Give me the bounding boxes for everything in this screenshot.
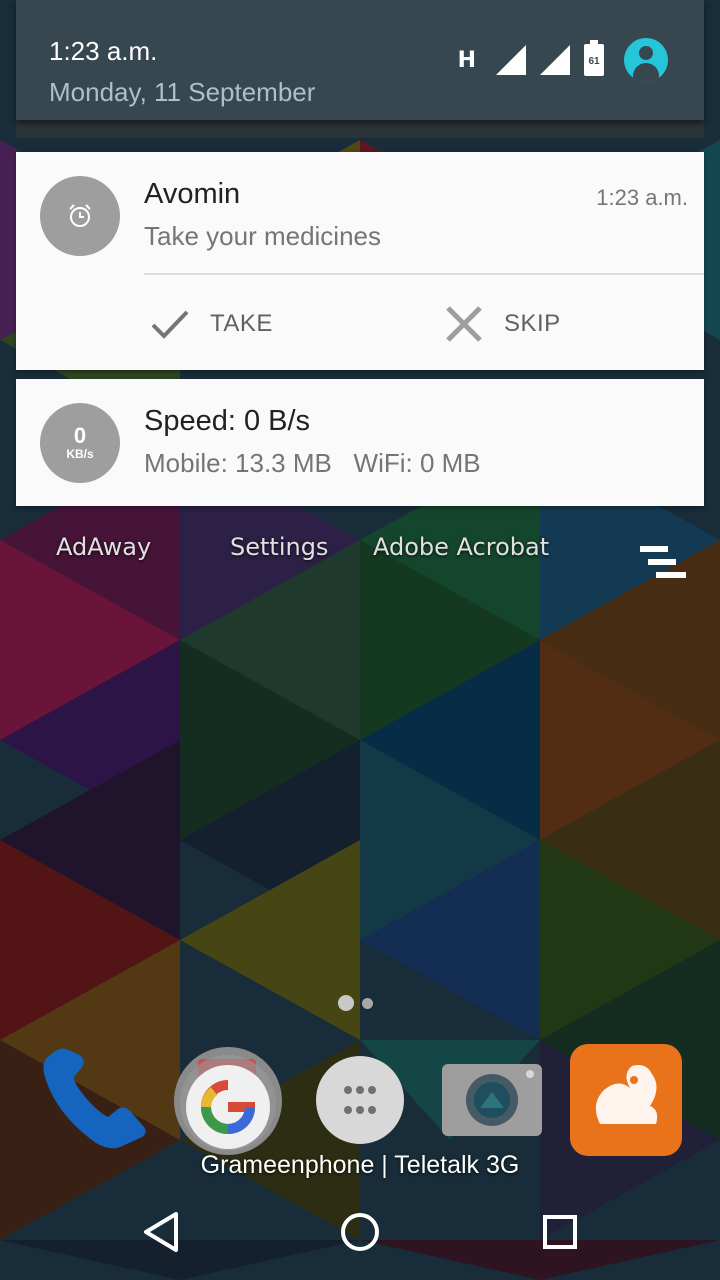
data-usage-text: Mobile: 13.3 MB WiFi: 0 MB xyxy=(144,448,481,478)
signal-2-icon xyxy=(540,45,570,75)
check-icon xyxy=(151,310,189,339)
alarm-clock-icon xyxy=(40,176,120,256)
speed-title: Speed: 0 B/s xyxy=(144,405,311,437)
app-label-adaway[interactable]: AdAway xyxy=(56,533,151,561)
uc-browser-icon[interactable] xyxy=(570,1044,682,1156)
app-drawer-icon[interactable] xyxy=(314,1054,406,1146)
camera-icon[interactable] xyxy=(440,1058,544,1138)
notification-shade-header[interactable]: 1:23 a.m. Monday, 11 September H 61 xyxy=(16,0,704,120)
speed-badge: 0 KB/s xyxy=(40,403,120,483)
skip-button[interactable]: SKIP xyxy=(444,302,561,346)
status-icons: H 61 xyxy=(458,38,668,82)
app-label-adobe-acrobat[interactable]: Adobe Acrobat xyxy=(373,533,549,561)
carrier-label: Grameenphone | Teletalk 3G xyxy=(200,1151,520,1179)
status-clock: 1:23 a.m. xyxy=(49,36,158,66)
medicine-notification[interactable]: Avomin Take your medicines 1:23 a.m. TAK… xyxy=(16,152,704,370)
battery-icon: 61 xyxy=(584,40,604,76)
notification-time: 1:23 a.m. xyxy=(596,185,688,210)
recents-icon[interactable] xyxy=(536,1208,584,1256)
network-speed-notification[interactable]: 0 KB/s Speed: 0 B/s Mobile: 13.3 MB WiFi… xyxy=(16,379,704,506)
signal-1-icon xyxy=(496,45,526,75)
speed-badge-value: 0 xyxy=(73,423,87,448)
page-indicator xyxy=(338,995,373,1011)
battery-level: 61 xyxy=(588,56,600,67)
shade-peek-strip xyxy=(16,120,704,138)
skip-label: SKIP xyxy=(504,310,561,337)
google-icon[interactable] xyxy=(170,1045,286,1157)
notification-text: Take your medicines xyxy=(144,221,381,251)
notification-title: Avomin xyxy=(144,178,241,210)
status-date[interactable]: Monday, 11 September xyxy=(49,77,315,108)
home-icon[interactable] xyxy=(336,1208,384,1256)
take-button[interactable]: TAKE xyxy=(150,302,273,346)
phone-icon[interactable] xyxy=(38,1045,150,1153)
actions-divider xyxy=(144,273,704,275)
back-icon[interactable] xyxy=(138,1208,186,1256)
speed-badge-unit: KB/s xyxy=(66,447,94,461)
user-avatar-icon[interactable] xyxy=(624,38,668,82)
page-dot xyxy=(362,997,373,1009)
app-label-settings[interactable]: Settings xyxy=(230,533,328,561)
take-label: TAKE xyxy=(210,310,273,337)
network-type-label: H xyxy=(457,47,476,73)
close-icon xyxy=(446,306,482,342)
page-dot-active xyxy=(338,995,354,1011)
manage-notifications-icon[interactable] xyxy=(638,546,686,582)
